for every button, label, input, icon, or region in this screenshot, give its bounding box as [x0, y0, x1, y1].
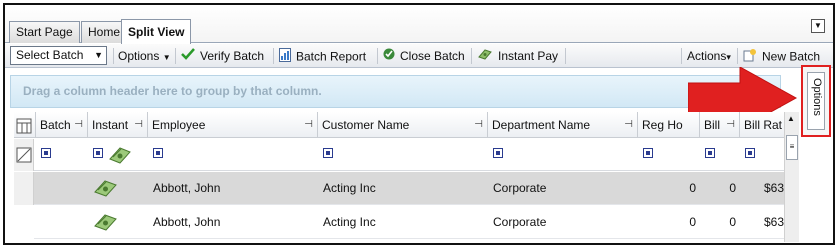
toolbar-divider — [565, 48, 566, 64]
split-view-window: Start Page Home Split View ▼ Select Batc… — [3, 3, 835, 245]
close-batch-button[interactable]: Close Batch — [383, 48, 465, 65]
column-header-customer-name[interactable]: Customer Name ⊣ — [318, 112, 488, 138]
scroll-up-icon[interactable]: ▲ — [787, 114, 795, 123]
column-header-employee[interactable]: Employee ⊣ — [148, 112, 318, 138]
column-header-bill[interactable]: Bill ⊣ — [700, 112, 740, 138]
pin-icon[interactable]: ⊣ — [74, 112, 83, 137]
options-menu-button[interactable]: Options ▼ — [118, 48, 171, 65]
filter-toggle-reg-hours[interactable] — [643, 148, 653, 158]
row-gutter — [14, 172, 34, 205]
scrollbar-thumb[interactable]: ≡ — [786, 135, 798, 160]
verify-batch-label: Verify Batch — [200, 49, 265, 63]
cell-bill: 0 — [729, 181, 736, 195]
column-header-label: Instant — [92, 118, 129, 132]
group-by-panel[interactable]: Drag a column header here to group by th… — [10, 75, 781, 108]
toolbar-divider — [273, 48, 274, 64]
column-header-label: Employee — [152, 118, 206, 132]
filter-row — [14, 139, 786, 171]
cell-department-name: Corporate — [493, 181, 547, 195]
column-header-reg-hours[interactable]: Reg Ho — [638, 112, 700, 138]
filter-toggle-instant[interactable] — [93, 148, 103, 158]
vertical-scrollbar[interactable]: ▲ ≡ — [784, 112, 799, 242]
filter-toggle-customer-name[interactable] — [323, 148, 333, 158]
filter-toggle-batch[interactable] — [41, 148, 51, 158]
column-header-department-name[interactable]: Department Name ⊣ — [488, 112, 638, 138]
cell-employee: Abbott, John — [153, 181, 221, 195]
filter-row-gutter — [14, 139, 34, 171]
filter-toggle-employee[interactable] — [153, 148, 163, 158]
cell-customer-name: Acting Inc — [323, 181, 376, 195]
filter-toggle-department-name[interactable] — [493, 148, 503, 158]
table-row[interactable]: Abbott, John Acting Inc Corporate 0 0 $6… — [14, 206, 786, 239]
tab-strip: Start Page Home Split View ▼ — [5, 5, 833, 44]
options-side-tab-button[interactable]: Options — [807, 72, 825, 130]
tab-start-page[interactable]: Start Page — [9, 21, 80, 43]
toolbar-divider — [471, 48, 472, 64]
toolbar-divider — [681, 48, 682, 64]
pin-icon[interactable]: ⊣ — [134, 112, 143, 137]
select-batch-label: Select Batch — [16, 48, 84, 62]
column-header-label: Batch — [40, 118, 71, 132]
actions-menu-button[interactable]: Actions▾ — [687, 48, 731, 65]
options-menu-label: Options — [118, 49, 160, 63]
new-batch-button[interactable]: New Batch — [743, 48, 820, 65]
table-row[interactable]: Abbott, John Acting Inc Corporate 0 0 $6… — [14, 172, 786, 205]
group-by-hint: Drag a column header here to group by th… — [23, 84, 322, 98]
checkmark-icon — [181, 48, 195, 65]
close-batch-label: Close Batch — [400, 49, 465, 63]
close-batch-icon — [383, 48, 395, 65]
report-icon — [279, 48, 291, 67]
cell-bill-rate: $63 — [763, 181, 784, 195]
actions-menu-label: Actions — [687, 49, 727, 63]
cell-reg-hours: 0 — [689, 181, 696, 195]
options-side-tab-label: Options — [811, 78, 823, 116]
chevron-down-icon: ▾ — [726, 52, 731, 62]
pin-icon[interactable]: ⊣ — [304, 112, 313, 137]
cell-department-name: Corporate — [493, 215, 547, 229]
cell-employee: Abbott, John — [153, 215, 221, 229]
row-gutter — [14, 206, 34, 239]
cell-bill: 0 — [729, 215, 736, 229]
cell-customer-name: Acting Inc — [323, 215, 376, 229]
instant-pay-label: Instant Pay — [498, 49, 559, 63]
instant-pay-button[interactable]: Instant Pay — [477, 48, 558, 65]
batch-report-label: Batch Report — [296, 49, 367, 64]
verify-batch-button[interactable]: Verify Batch — [181, 48, 264, 65]
filter-toggle-bill-rate[interactable] — [745, 148, 755, 158]
instant-pay-money-icon — [92, 212, 120, 235]
tab-menu-dropdown-icon[interactable]: ▼ — [811, 19, 825, 33]
cell-reg-hours: 0 — [689, 215, 696, 229]
instant-pay-icon — [477, 48, 493, 65]
toolbar-divider — [175, 48, 176, 64]
toolbar-divider — [737, 48, 738, 64]
pin-icon[interactable]: ⊣ — [726, 112, 735, 137]
toolbar-divider — [113, 48, 114, 64]
batch-report-button[interactable]: Batch Report — [279, 48, 366, 65]
select-batch-dropdown[interactable]: Select Batch ▼ — [10, 46, 107, 65]
column-header-instant[interactable]: Instant ⊣ — [88, 112, 148, 138]
column-chooser-icon[interactable] — [14, 112, 36, 138]
toolbar-divider — [377, 48, 378, 64]
column-header-label: Bill — [704, 118, 721, 132]
filter-toggle-bill[interactable] — [705, 148, 715, 158]
column-header-label: Bill Rat — [744, 118, 783, 132]
chevron-down-icon: ▼ — [94, 50, 103, 60]
pin-icon[interactable]: ⊣ — [624, 112, 633, 137]
chevron-down-icon: ▼ — [162, 53, 171, 62]
clear-filter-icon — [16, 147, 32, 163]
cell-bill-rate: $63 — [763, 215, 784, 229]
new-batch-icon — [743, 48, 757, 67]
tab-split-view[interactable]: Split View — [121, 19, 192, 44]
column-header-bill-rate[interactable]: Bill Rat — [740, 112, 786, 138]
column-header-label: Customer Name — [322, 118, 410, 132]
instant-pay-money-icon — [92, 178, 120, 201]
column-header-label: Department Name — [492, 118, 591, 132]
new-batch-label: New Batch — [762, 49, 821, 64]
money-icon — [107, 145, 133, 168]
toolbar: Select Batch ▼ Options ▼ Verify Batch Ba… — [5, 44, 833, 68]
column-header-label: Reg Ho — [642, 118, 683, 132]
pin-icon[interactable]: ⊣ — [474, 112, 483, 137]
options-side-tab[interactable]: Options — [801, 65, 831, 137]
column-header-batch[interactable]: Batch ⊣ — [36, 112, 88, 138]
